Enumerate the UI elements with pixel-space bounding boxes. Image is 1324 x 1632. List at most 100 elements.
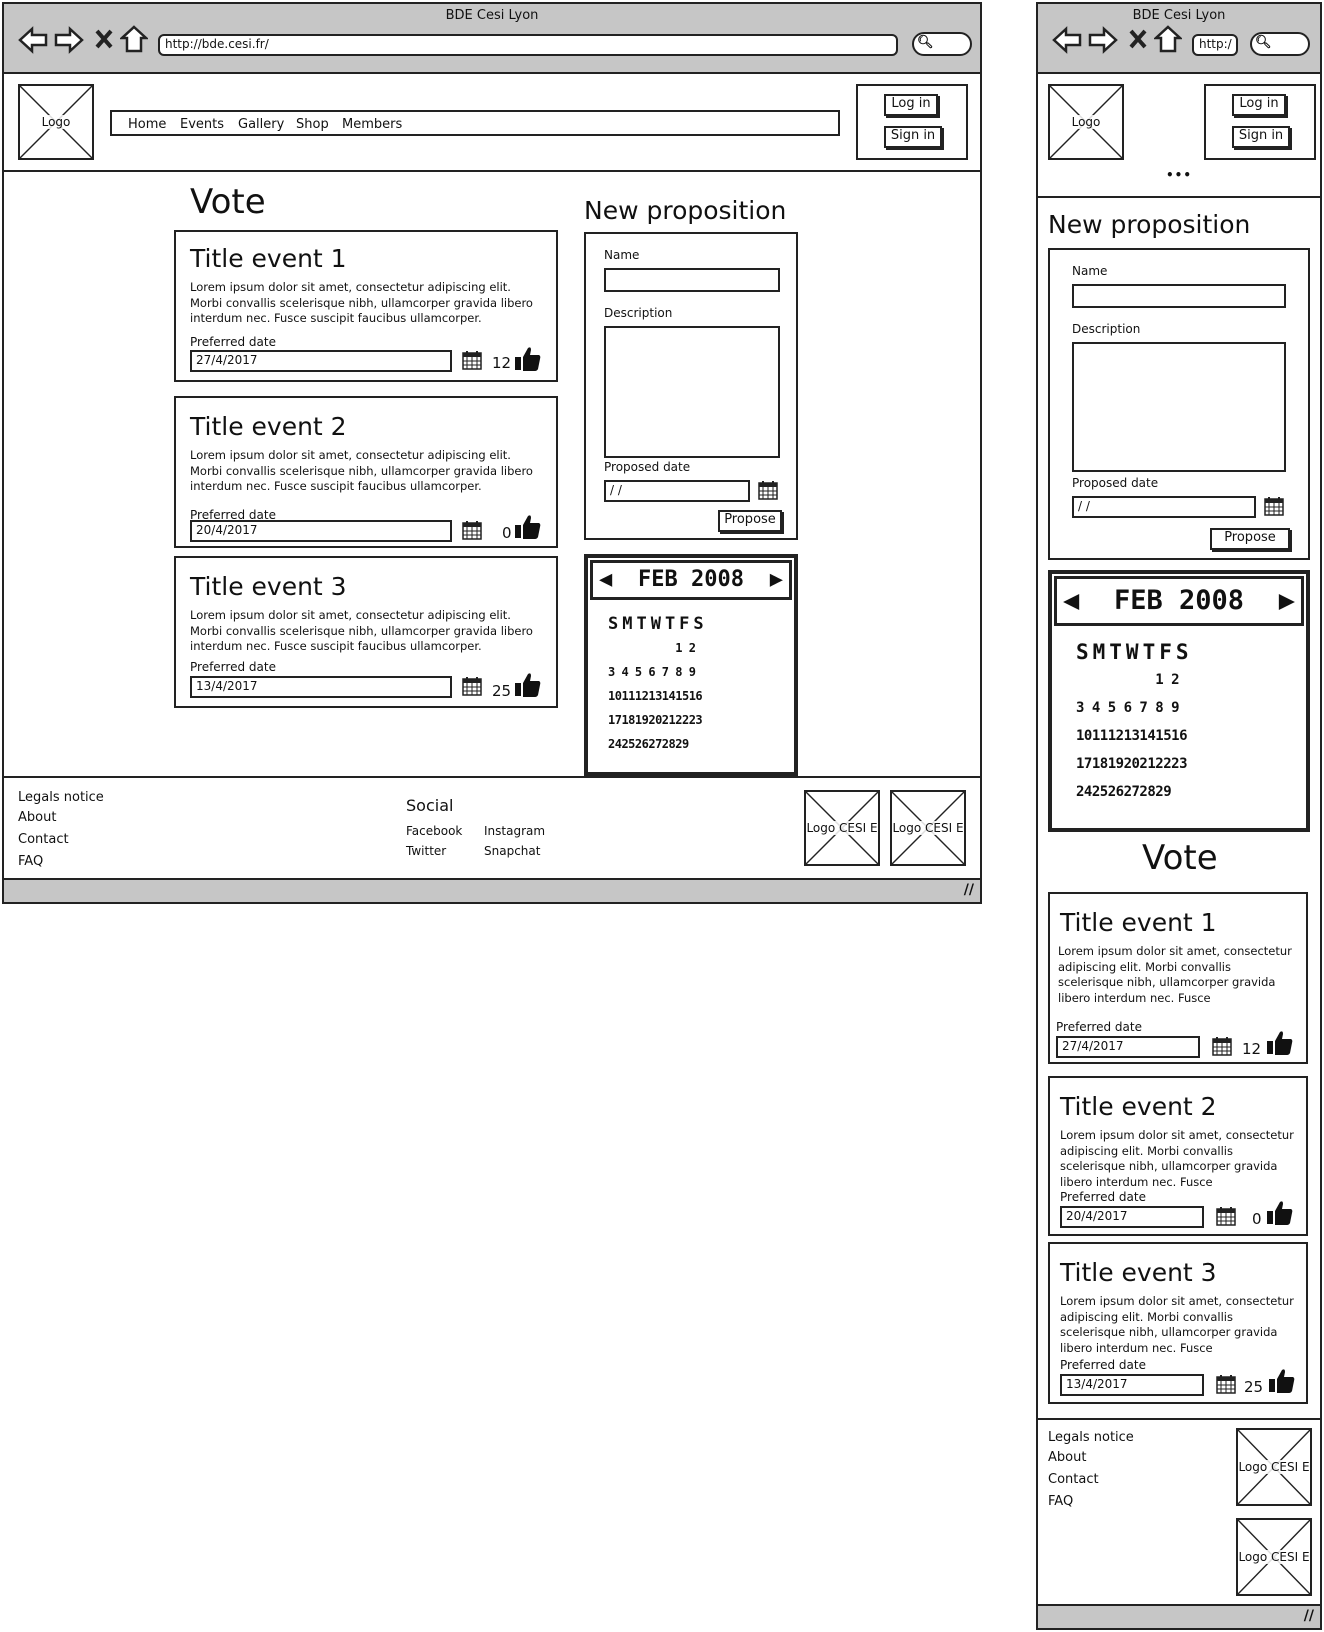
propose-button[interactable]: Propose <box>718 510 782 532</box>
footer-about-link[interactable]: About <box>18 810 56 825</box>
nav-shop[interactable]: Shop <box>296 117 329 132</box>
resize-grip-icon[interactable]: // <box>1304 1608 1314 1624</box>
prev-month-icon[interactable]: ◀ <box>599 563 612 597</box>
search-icon: 🔍︎ <box>1255 35 1272 50</box>
nav-events[interactable]: Events <box>180 117 224 132</box>
calendar-week: 242526272829 <box>608 737 689 751</box>
footer-contact-link[interactable]: Contact <box>18 832 69 847</box>
login-button[interactable]: Log in <box>1232 94 1286 116</box>
proposed-date-input[interactable]: / / <box>1072 496 1256 518</box>
thumbs-up-icon[interactable] <box>1266 1198 1294 1226</box>
resize-grip-icon[interactable]: // <box>964 882 974 898</box>
thumbs-up-icon[interactable] <box>1266 1028 1294 1056</box>
preferred-date-input[interactable]: 27/4/2017 <box>190 350 452 372</box>
social-facebook-link[interactable]: Facebook <box>406 824 462 838</box>
description-textarea[interactable] <box>604 326 780 458</box>
footer-about-link[interactable]: About <box>1048 1450 1086 1465</box>
calendar-week: 1 2 <box>1076 672 1180 688</box>
address-bar[interactable]: http:/ <box>1192 34 1238 56</box>
proposition-form: Name Description Proposed date / / Propo… <box>1048 248 1310 560</box>
search-icon: 🔍︎ <box>917 35 934 50</box>
name-input[interactable] <box>604 268 780 292</box>
new-proposition-title: New proposition <box>1048 210 1251 239</box>
footer-logo-2[interactable]: Logo CESI E <box>1236 1518 1312 1596</box>
footer-legal-link[interactable]: Legals notice <box>18 790 104 805</box>
thumbs-up-icon[interactable] <box>1268 1366 1296 1394</box>
calendar-icon[interactable] <box>1264 496 1284 516</box>
site-logo[interactable]: Logo <box>18 84 94 160</box>
back-arrow-icon[interactable] <box>18 26 48 54</box>
calendar-icon[interactable] <box>462 676 482 696</box>
preferred-date-input[interactable]: 27/4/2017 <box>1056 1036 1200 1058</box>
thumbs-up-icon[interactable] <box>514 512 542 540</box>
desktop-statusbar: // <box>4 878 980 902</box>
name-label: Name <box>1072 264 1108 278</box>
preferred-date-label: Preferred date <box>190 660 276 674</box>
event-description: Lorem ipsum dolor sit amet, consectetur … <box>190 608 533 653</box>
social-twitter-link[interactable]: Twitter <box>406 844 446 858</box>
footer-logo-1[interactable]: Logo CESI E <box>804 790 880 866</box>
browser-search-box[interactable]: 🔍︎ <box>912 32 972 56</box>
close-x-icon[interactable] <box>94 28 114 50</box>
footer-contact-link[interactable]: Contact <box>1048 1472 1099 1487</box>
propose-button[interactable]: Propose <box>1210 528 1290 550</box>
preferred-date-input[interactable]: 20/4/2017 <box>1060 1206 1204 1228</box>
signin-button[interactable]: Sign in <box>884 126 942 148</box>
event-card-2: Title event 2 Lorem ipsum dolor sit amet… <box>1048 1076 1308 1236</box>
event-description: Lorem ipsum dolor sit amet, consectetur … <box>1060 1128 1294 1189</box>
close-x-icon[interactable] <box>1128 28 1148 50</box>
social-snapchat-link[interactable]: Snapchat <box>484 844 540 858</box>
calendar-icon[interactable] <box>462 520 482 540</box>
preferred-date-input[interactable]: 13/4/2017 <box>1060 1374 1204 1396</box>
thumbs-up-icon[interactable] <box>514 344 542 372</box>
mobile-titlebar: BDE Cesi Lyon http:/ 🔍︎ <box>1038 4 1320 74</box>
login-button[interactable]: Log in <box>884 94 938 116</box>
name-input[interactable] <box>1072 284 1286 308</box>
nav-gallery[interactable]: Gallery <box>238 117 284 132</box>
signin-button[interactable]: Sign in <box>1232 126 1290 148</box>
proposed-date-input[interactable]: / / <box>604 480 750 502</box>
footer-faq-link[interactable]: FAQ <box>18 854 43 869</box>
description-textarea[interactable] <box>1072 342 1286 472</box>
event-description: Lorem ipsum dolor sit amet, consectetur … <box>190 448 533 493</box>
calendar-widget[interactable]: ◀ FEB 2008 ▶ SMTWTFS 1 2 3 4 5 6 7 8 9 1… <box>1048 570 1310 832</box>
thumbs-up-icon[interactable] <box>514 670 542 698</box>
social-instagram-link[interactable]: Instagram <box>484 824 545 838</box>
nav-home[interactable]: Home <box>128 117 166 132</box>
calendar-icon[interactable] <box>1216 1374 1236 1394</box>
menu-more-icon[interactable]: ••• <box>1166 168 1192 182</box>
calendar-icon[interactable] <box>1216 1206 1236 1226</box>
calendar-month: FEB 2008 <box>1113 585 1245 616</box>
calendar-icon[interactable] <box>462 350 482 370</box>
calendar-week: 10111213141516 <box>1076 728 1188 744</box>
calendar-week: 242526272829 <box>1076 784 1172 800</box>
vote-title: Vote <box>1142 838 1218 878</box>
desktop-browser-window: BDE Cesi Lyon http://bde.cesi.fr/ 🔍︎ Log… <box>2 2 982 904</box>
footer-logo-1[interactable]: Logo CESI E <box>1236 1428 1312 1506</box>
address-bar[interactable]: http://bde.cesi.fr/ <box>158 34 898 56</box>
preferred-date-input[interactable]: 13/4/2017 <box>190 676 452 698</box>
calendar-icon[interactable] <box>758 480 778 500</box>
name-label: Name <box>604 248 640 262</box>
home-icon[interactable] <box>1154 25 1182 53</box>
next-month-icon[interactable]: ▶ <box>1279 579 1295 623</box>
vote-title: Vote <box>190 182 266 222</box>
browser-search-box[interactable]: 🔍︎ <box>1250 32 1310 56</box>
back-arrow-icon[interactable] <box>1052 26 1082 54</box>
calendar-widget[interactable]: ◀ FEB 2008 ▶ SMTWTFS 1 2 3 4 5 6 7 8 9 1… <box>584 554 798 776</box>
home-icon[interactable] <box>120 25 148 53</box>
nav-members[interactable]: Members <box>342 117 402 132</box>
footer-logo-2[interactable]: Logo CESI E <box>890 790 966 866</box>
footer-legal-link[interactable]: Legals notice <box>1048 1430 1134 1445</box>
calendar-icon[interactable] <box>1212 1036 1232 1056</box>
prev-month-icon[interactable]: ◀ <box>1063 579 1079 623</box>
event-card-2: Title event 2 Lorem ipsum dolor sit amet… <box>174 396 558 548</box>
preferred-date-label: Preferred date <box>190 335 276 349</box>
site-logo[interactable]: Logo <box>1048 84 1124 160</box>
preferred-date-input[interactable]: 20/4/2017 <box>190 520 452 542</box>
like-count: 12 <box>492 354 512 372</box>
next-month-icon[interactable]: ▶ <box>770 563 783 597</box>
forward-arrow-icon[interactable] <box>54 26 84 54</box>
forward-arrow-icon[interactable] <box>1088 26 1118 54</box>
footer-faq-link[interactable]: FAQ <box>1048 1494 1073 1509</box>
